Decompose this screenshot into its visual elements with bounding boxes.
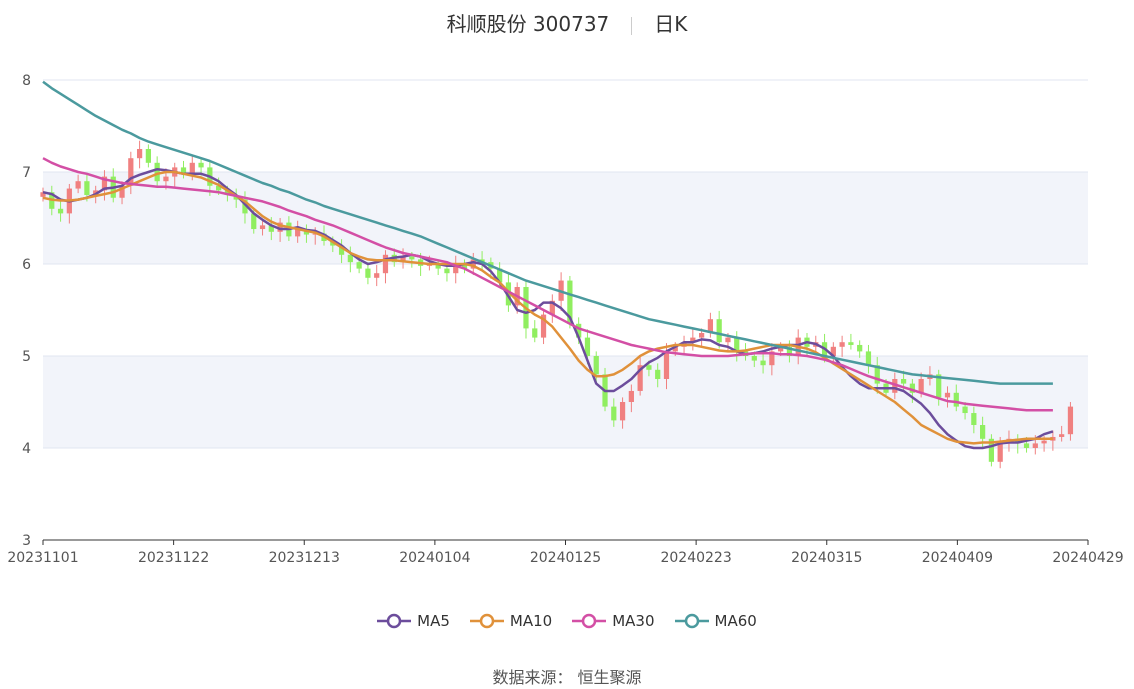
candle	[725, 337, 731, 343]
data-source: 数据来源： 恒生聚源	[492, 668, 642, 687]
candle	[918, 379, 924, 393]
legend-item-ma60[interactable]: MA60	[674, 612, 757, 630]
candle	[409, 256, 415, 260]
legend-marker	[572, 613, 607, 629]
candle	[944, 392, 951, 398]
legend-label: MA30	[612, 612, 655, 630]
x-tick-label: 20240125	[530, 550, 601, 566]
candle	[646, 365, 652, 370]
candle	[374, 273, 380, 278]
y-tick-label: 3	[22, 533, 31, 549]
candle	[356, 262, 362, 269]
legend-label: MA5	[417, 612, 450, 630]
candle	[198, 162, 204, 168]
kline-chart[interactable]: 3 4 5 6 7 8 20231101 20231122 20231213 20240104 20…	[0, 0, 1134, 600]
legend-marker	[469, 613, 504, 629]
candle	[1059, 434, 1065, 437]
candle	[532, 328, 538, 338]
legend-marker	[674, 613, 709, 629]
candle	[154, 162, 160, 182]
candle	[163, 176, 169, 182]
candle	[848, 342, 854, 345]
candle	[971, 413, 977, 425]
candle	[128, 158, 134, 186]
y-tick-label: 6	[22, 257, 31, 273]
legend-marker	[377, 613, 412, 629]
candle	[655, 369, 661, 379]
grid-band	[43, 172, 1088, 264]
y-tick-label: 4	[22, 441, 31, 457]
candle	[900, 379, 907, 384]
candle	[839, 342, 845, 347]
candle	[1032, 443, 1038, 448]
legend-item-ma30[interactable]: MA30	[572, 612, 655, 630]
candle	[716, 319, 722, 343]
candle	[751, 356, 757, 361]
candle	[619, 402, 626, 421]
x-tick-label: 20240429	[1052, 550, 1123, 566]
candle	[259, 225, 266, 230]
legend-item-ma10[interactable]: MA10	[469, 612, 553, 630]
x-tick-label: 20231122	[138, 550, 209, 566]
candle	[865, 351, 872, 366]
candle	[628, 390, 634, 402]
candle	[1067, 406, 1074, 435]
legend-label: MA10	[509, 612, 553, 630]
candle	[760, 360, 766, 366]
candle	[382, 254, 389, 274]
candle	[1023, 443, 1030, 448]
candle	[145, 149, 151, 163]
x-tick-label: 20231213	[269, 550, 340, 566]
x-tick-label: 20240409	[922, 550, 993, 566]
candle	[953, 392, 959, 407]
candle	[84, 181, 90, 195]
candle	[857, 344, 863, 352]
candle	[699, 333, 705, 338]
x-tick-label: 20231101	[7, 550, 78, 566]
candle	[980, 425, 986, 439]
x-tick-label: 20240315	[791, 550, 862, 566]
legend-item-ma5[interactable]: MA5	[377, 612, 450, 630]
candle	[189, 162, 195, 174]
y-tick-label: 5	[22, 349, 31, 365]
candle	[962, 406, 968, 414]
candle	[1041, 440, 1047, 444]
y-tick-label: 7	[22, 165, 31, 181]
candle	[663, 351, 670, 379]
candle	[57, 208, 64, 214]
x-tick-label: 20240104	[399, 550, 470, 566]
candle	[593, 356, 599, 375]
candle	[365, 268, 371, 278]
x-tick-label: 20240223	[660, 550, 731, 566]
legend: MA5 MA10 MA30 MA60	[0, 612, 1134, 630]
candle	[75, 181, 81, 189]
y-tick-label: 8	[22, 73, 31, 89]
legend-label: MA60	[714, 612, 757, 630]
grid-band	[43, 356, 1088, 448]
candle	[444, 268, 450, 274]
candle	[611, 406, 617, 421]
candle	[136, 149, 143, 159]
candle	[997, 443, 1003, 462]
candle	[347, 254, 353, 263]
